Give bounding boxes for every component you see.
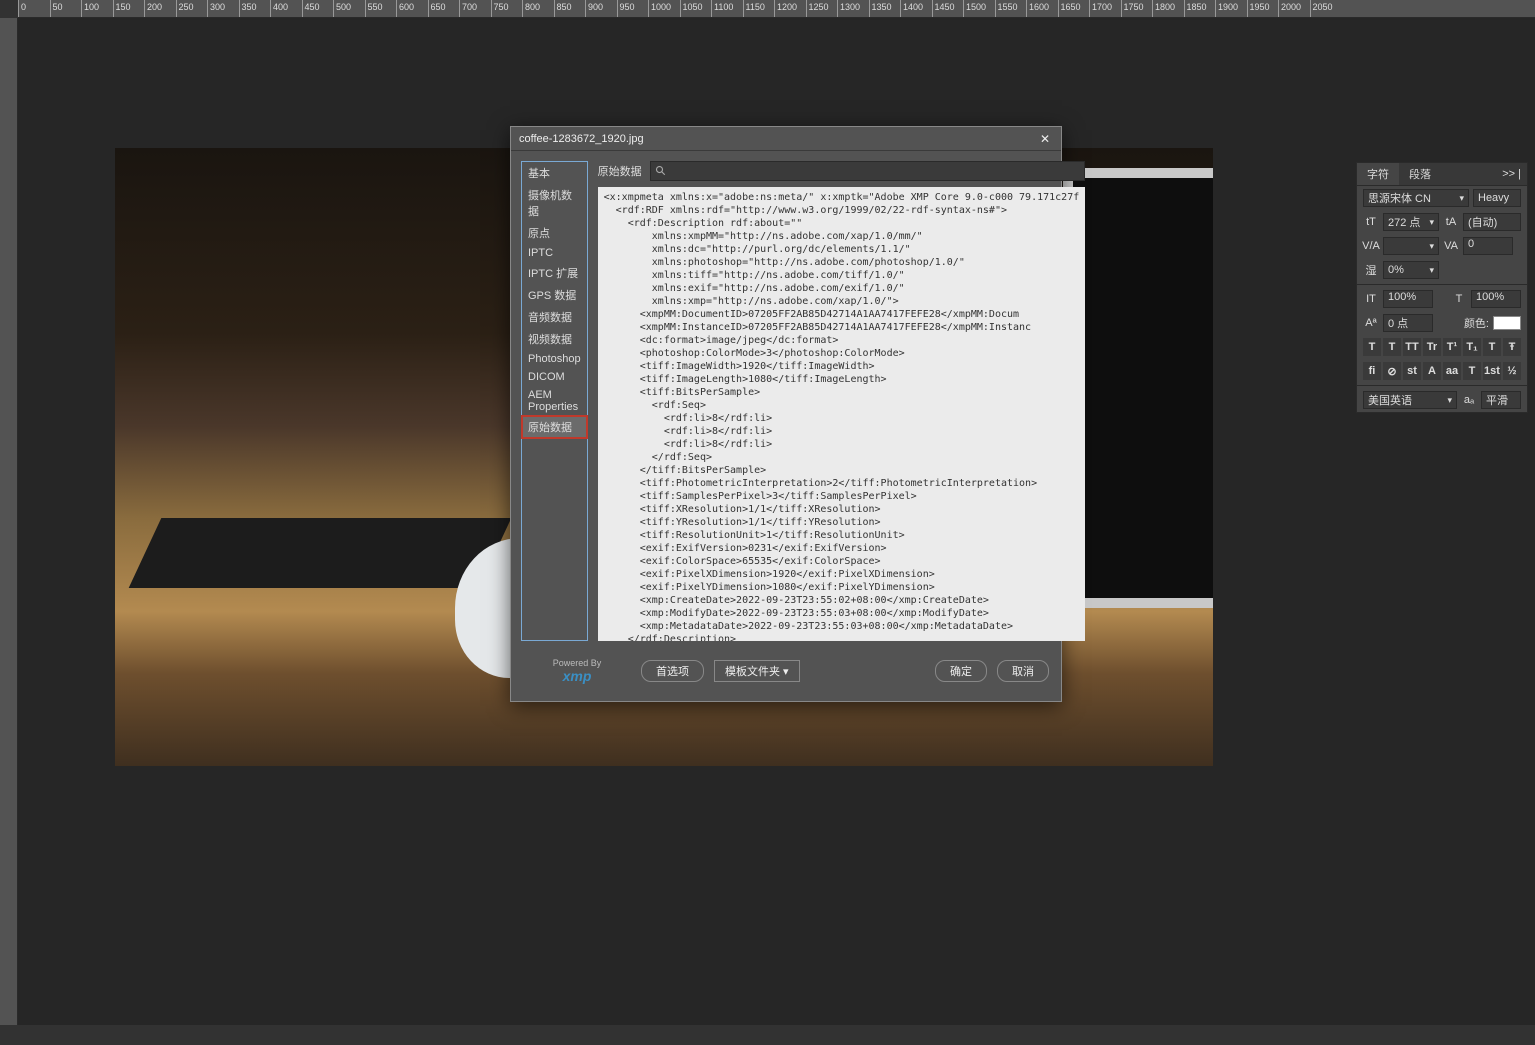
search-field[interactable] [650, 161, 1086, 181]
sidebar-item[interactable]: 音频数据 [522, 306, 587, 328]
vertical-scale-icon: IT [1363, 291, 1379, 307]
sidebar-item[interactable]: 原始数据 [522, 416, 587, 438]
leading-icon: tA [1443, 214, 1459, 230]
tsume-field[interactable]: 0% ▾ [1383, 261, 1439, 279]
templates-dropdown[interactable]: 模板文件夹 ▾ [714, 660, 800, 682]
cancel-button[interactable]: 取消 [997, 660, 1049, 682]
tracking-field[interactable]: 0 [1463, 237, 1513, 255]
image-content [1063, 168, 1213, 608]
sidebar-item[interactable]: 原点 [522, 222, 587, 244]
type-style-button[interactable]: T₁ [1463, 338, 1481, 356]
close-icon[interactable]: ✕ [1037, 131, 1053, 147]
file-info-dialog: coffee-1283672_1920.jpg ✕ 基本摄像机数据原点IPTCI… [510, 126, 1062, 702]
preferences-button[interactable]: 首选项 [641, 660, 704, 682]
type-style-button[interactable]: T [1363, 338, 1381, 356]
chevron-down-icon: ▾ [1429, 241, 1434, 252]
ruler-vertical [0, 18, 18, 1025]
sidebar-item[interactable]: DICOM [522, 368, 587, 386]
chevron-down-icon: ▾ [1459, 193, 1464, 204]
font-weight-value: Heavy [1478, 192, 1509, 204]
sidebar-item[interactable]: Photoshop [522, 350, 587, 368]
chevron-down-icon: ▾ [1429, 217, 1434, 228]
opentype-button[interactable]: fi [1363, 362, 1381, 380]
xmp-logo: xmp [523, 668, 631, 684]
type-style-buttons: TTTTTrT¹T₁TŦ [1357, 335, 1527, 359]
vertical-scale-field[interactable]: 100% [1383, 290, 1433, 308]
tsume-value: 0% [1388, 264, 1404, 276]
character-panel: 字符 段落 >> | 思源宋体 CN ▾ Heavy tT 272 点 ▾ tA (… [1356, 162, 1528, 413]
dialog-titlebar[interactable]: coffee-1283672_1920.jpg ✕ [511, 127, 1061, 151]
color-label: 颜色: [1464, 315, 1489, 331]
type-style-button[interactable]: TT [1403, 338, 1421, 356]
font-size-icon: tT [1363, 214, 1379, 230]
sidebar-item[interactable]: 摄像机数据 [522, 184, 587, 222]
language-dropdown[interactable]: 美国英语 ▾ [1363, 391, 1457, 409]
sidebar-item[interactable]: IPTC 扩展 [522, 262, 587, 284]
type-style-button[interactable]: T [1383, 338, 1401, 356]
kerning-field[interactable]: ▾ [1383, 237, 1439, 255]
font-family-dropdown[interactable]: 思源宋体 CN ▾ [1363, 189, 1469, 207]
powered-label: Powered By [523, 658, 631, 668]
raw-metadata-textarea[interactable]: <x:xmpmeta xmlns:x="adobe:ns:meta/" x:xm… [598, 187, 1086, 641]
antialias-dropdown[interactable]: 平滑 [1481, 391, 1521, 409]
font-weight-dropdown[interactable]: Heavy [1473, 189, 1521, 207]
type-style-button[interactable]: T¹ [1443, 338, 1461, 356]
opentype-button[interactable]: aa [1443, 362, 1461, 380]
tracking-icon: VA [1443, 238, 1459, 254]
kerning-icon: V/A [1363, 238, 1379, 254]
opentype-button[interactable]: 1st [1483, 362, 1501, 380]
powered-by-xmp: Powered By xmp [523, 658, 631, 684]
horizontal-scale-icon: T [1451, 291, 1467, 307]
sidebar-item[interactable]: GPS 数据 [522, 284, 587, 306]
type-style-button[interactable]: T [1483, 338, 1501, 356]
opentype-button[interactable]: ½ [1503, 362, 1521, 380]
baseline-shift-icon: Aª [1363, 315, 1379, 331]
tab-character[interactable]: 字符 [1357, 163, 1399, 185]
tab-paragraph[interactable]: 段落 [1399, 163, 1441, 185]
aa-icon: aₐ [1461, 392, 1477, 408]
font-size-field[interactable]: 272 点 ▾ [1383, 213, 1439, 231]
language-value: 美国英语 [1368, 392, 1412, 408]
ruler-horizontal: 0501001502002503003504004505005506006507… [18, 0, 1535, 18]
search-input[interactable] [671, 165, 1081, 177]
image-content [129, 518, 512, 588]
text-color-swatch[interactable] [1493, 316, 1521, 330]
section-heading: 原始数据 [598, 163, 642, 179]
opentype-button[interactable]: st [1403, 362, 1421, 380]
tsume-icon: 湿 [1363, 262, 1379, 278]
type-style-button[interactable]: Ŧ [1503, 338, 1521, 356]
leading-field[interactable]: (自动) [1463, 213, 1521, 231]
metadata-section-list: 基本摄像机数据原点IPTCIPTC 扩展GPS 数据音频数据视频数据Photos… [521, 161, 588, 641]
opentype-button[interactable]: A [1423, 362, 1441, 380]
font-size-value: 272 点 [1388, 214, 1420, 230]
sidebar-item[interactable]: IPTC [522, 244, 587, 262]
horizontal-scale-field[interactable]: 100% [1471, 290, 1521, 308]
leading-value: (自动) [1468, 214, 1497, 230]
opentype-buttons: fi⊘stAaaT1st½ [1357, 359, 1527, 383]
chevron-down-icon: ▾ [1429, 265, 1434, 276]
sidebar-item[interactable]: AEM Properties [522, 386, 587, 416]
baseline-shift-field[interactable]: 0 点 [1383, 314, 1433, 332]
ok-button[interactable]: 确定 [935, 660, 987, 682]
sidebar-item[interactable]: 基本 [522, 162, 587, 184]
chevron-down-icon: ▾ [1447, 395, 1452, 406]
font-family-value: 思源宋体 CN [1368, 190, 1431, 206]
sidebar-item[interactable]: 视频数据 [522, 328, 587, 350]
search-icon [655, 165, 667, 177]
opentype-button[interactable]: T [1463, 362, 1481, 380]
antialias-value: 平滑 [1486, 392, 1508, 408]
type-style-button[interactable]: Tr [1423, 338, 1441, 356]
dialog-title-text: coffee-1283672_1920.jpg [519, 133, 1037, 145]
panel-menu-icon[interactable]: >> | [1496, 168, 1527, 180]
opentype-button[interactable]: ⊘ [1383, 362, 1401, 380]
